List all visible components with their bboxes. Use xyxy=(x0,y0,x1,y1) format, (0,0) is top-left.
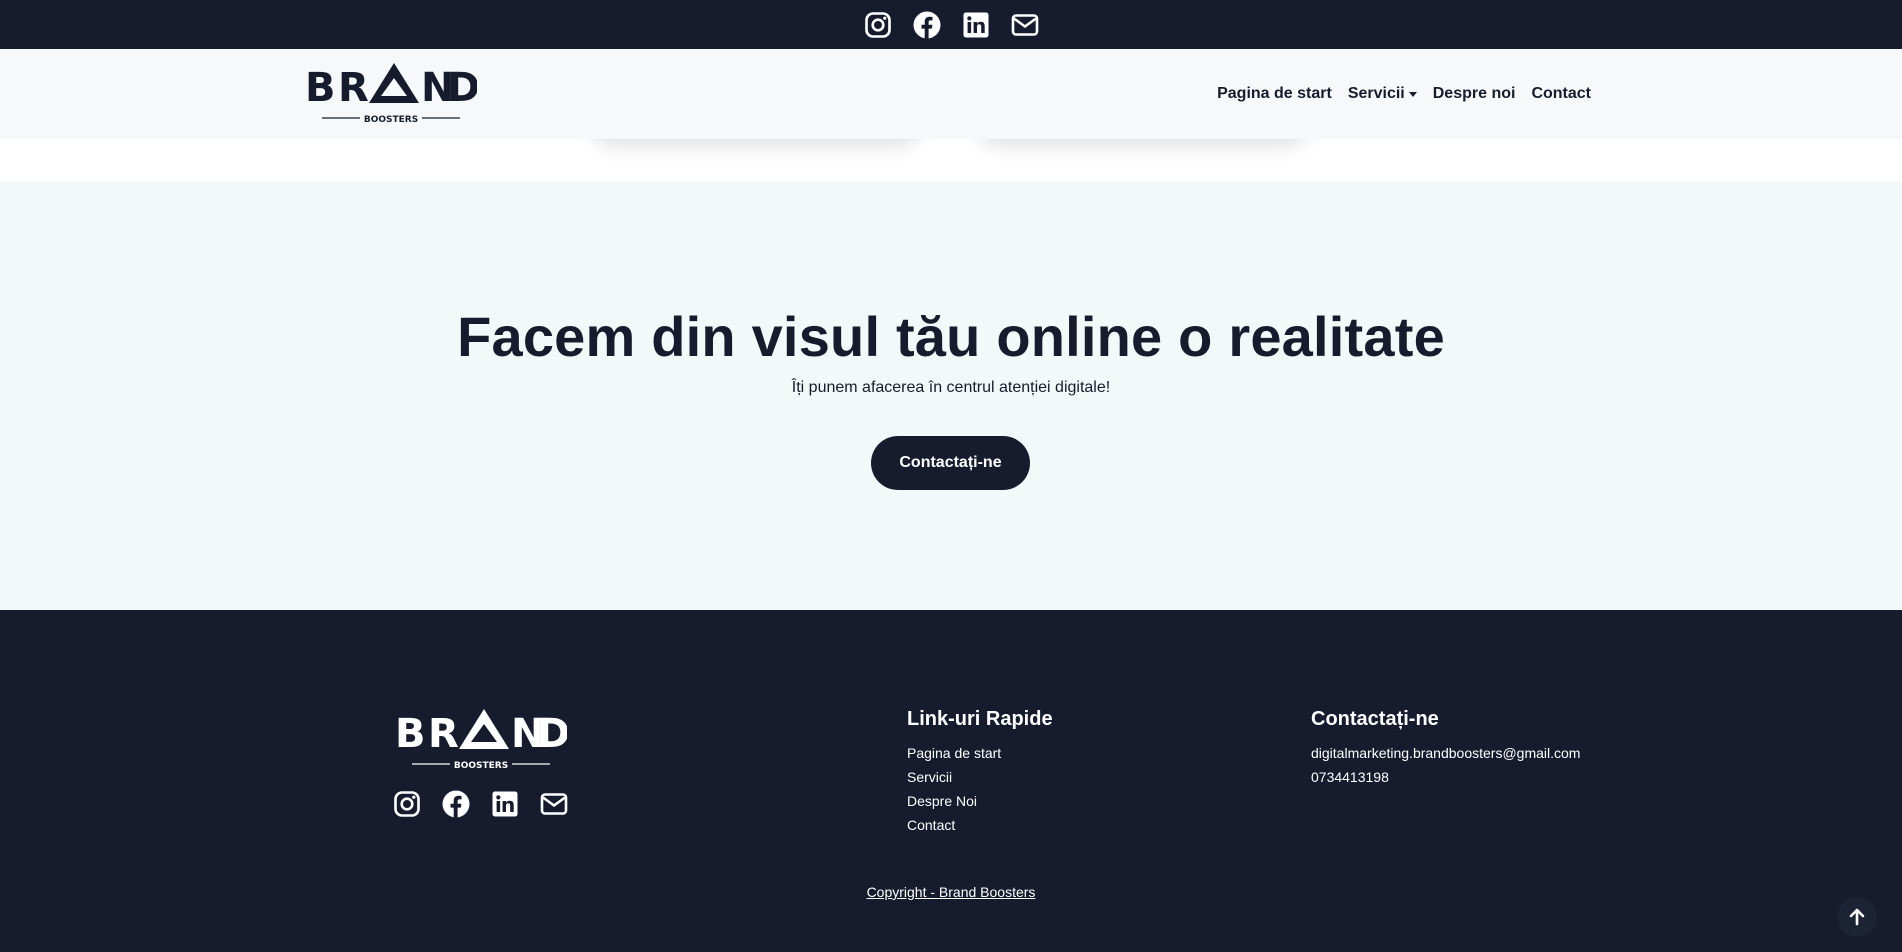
contact-email: digitalmarketing.brandboosters@gmail.com xyxy=(1311,745,1581,761)
envelope-icon[interactable] xyxy=(1011,11,1039,39)
arrow-up-icon xyxy=(1849,908,1865,926)
contact-column: Contactați-ne digitalmarketing.brandboos… xyxy=(1311,708,1580,789)
quick-links-heading: Link-uri Rapide xyxy=(907,708,1053,730)
footer-brand-logo[interactable]: B R N D BOOSTERS xyxy=(395,705,567,771)
nav-dropdown-services[interactable]: Servicii xyxy=(1348,85,1417,103)
logo-tagline: BOOSTERS xyxy=(364,115,418,125)
cta-section: Facem din visul tău online o realitate Î… xyxy=(0,182,1902,610)
nav-link-services-label: Servicii xyxy=(1347,85,1405,102)
footer-link-home[interactable]: Pagina de start xyxy=(907,741,1053,765)
svg-text:B: B xyxy=(395,711,426,757)
instagram-icon[interactable] xyxy=(393,790,421,818)
contact-us-button[interactable]: Contactați-ne xyxy=(871,436,1030,490)
cards-section-bottom xyxy=(0,139,1902,182)
linkedin-icon[interactable] xyxy=(962,11,990,39)
cta-title: Facem din visul tău online o realitate xyxy=(457,305,1445,368)
footer: B R N D BOOSTERS Link-uri Rapide Pagina … xyxy=(0,610,1902,952)
nav-link-about[interactable]: Despre noi xyxy=(1433,85,1516,103)
svg-text:BOOSTERS: BOOSTERS xyxy=(454,761,508,771)
svg-text:R: R xyxy=(428,711,459,757)
instagram-icon[interactable] xyxy=(864,11,892,39)
facebook-icon[interactable] xyxy=(442,790,470,818)
nav-link-contact[interactable]: Contact xyxy=(1531,85,1591,103)
footer-link-contact[interactable]: Contact xyxy=(907,813,1053,837)
brand-logo[interactable]: B R N D BOOSTERS xyxy=(305,59,477,125)
logo-letter-d: D xyxy=(447,65,477,111)
linkedin-icon[interactable] xyxy=(491,790,519,818)
copyright-link[interactable]: Copyright - Brand Boosters xyxy=(0,884,1902,900)
facebook-icon[interactable] xyxy=(913,11,941,39)
quick-links-column: Link-uri Rapide Pagina de start Servicii… xyxy=(907,708,1053,837)
nav-link-home[interactable]: Pagina de start xyxy=(1217,85,1332,103)
contact-phone: 0734413198 xyxy=(1311,769,1389,785)
main-navbar: B R N D BOOSTERS Pagina de start Servici… xyxy=(0,49,1902,139)
footer-link-services[interactable]: Servicii xyxy=(907,765,1053,789)
contact-heading: Contactați-ne xyxy=(1311,708,1439,730)
logo-letter-b: B xyxy=(305,65,336,111)
caret-down-icon xyxy=(1408,91,1417,97)
logo-triangle xyxy=(369,63,419,103)
back-to-top-button[interactable] xyxy=(1837,897,1877,937)
footer-social-icons xyxy=(393,790,568,818)
top-social-bar xyxy=(0,0,1902,49)
footer-link-about[interactable]: Despre Noi xyxy=(907,789,1053,813)
nav-links: Pagina de start Servicii Despre noi Cont… xyxy=(1217,49,1591,139)
svg-text:D: D xyxy=(537,711,567,757)
envelope-icon[interactable] xyxy=(540,790,568,818)
cta-subtitle: Îți punem afacerea în centrul atenției d… xyxy=(791,379,1111,396)
logo-letter-r: R xyxy=(338,65,369,111)
